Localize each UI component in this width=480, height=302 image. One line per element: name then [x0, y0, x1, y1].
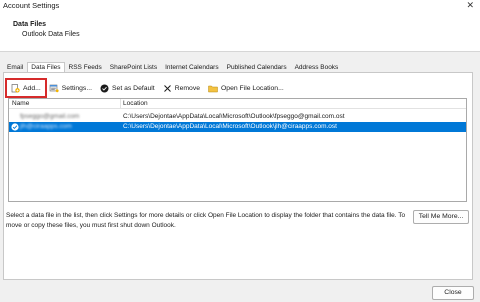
tab-data-files[interactable]: Data Files — [27, 62, 65, 72]
open-file-location-label: Open File Location... — [221, 84, 284, 92]
header-title: Data Files — [13, 21, 47, 28]
settings-label: Settings... — [61, 84, 92, 92]
data-file-location: C:\Users\Dejontae\AppData\Local\Microsof… — [123, 113, 345, 120]
window-title: Account Settings — [3, 1, 60, 10]
settings-icon — [49, 84, 59, 92]
title-bar: Account Settings ✕ — [0, 0, 480, 12]
set-default-label: Set as Default — [112, 84, 155, 92]
check-circle-icon — [100, 84, 109, 92]
remove-label: Remove — [174, 84, 201, 92]
list-item-selected[interactable]: jlh@ciraapps.com C:\Users\Dejontae\AppDa… — [9, 122, 466, 132]
tab-published-calendars[interactable]: Published Calendars — [223, 62, 291, 72]
settings-button[interactable]: Settings... — [46, 81, 95, 95]
close-button[interactable]: Close — [432, 286, 474, 300]
dialog-header: Data Files Outlook Data Files — [0, 12, 480, 52]
help-text: Select a data file in the list, then cli… — [6, 212, 406, 229]
tab-sharepoint-lists[interactable]: SharePoint Lists — [106, 62, 161, 72]
tab-strip: Email Data Files RSS Feeds SharePoint Li… — [3, 62, 342, 72]
data-file-location: C:\Users\Dejontae\AppData\Local\Microsof… — [123, 123, 337, 130]
data-file-name: jlh@ciraapps.com — [20, 123, 72, 130]
set-default-button[interactable]: Set as Default — [97, 81, 158, 95]
data-files-list[interactable]: Name Location fpseggo@gmail.com C:\Users… — [8, 98, 467, 202]
toolbar: Add... Settings... Set as Default Remove… — [5, 78, 289, 98]
column-location-header[interactable]: Location — [123, 100, 148, 107]
open-file-location-button[interactable]: Open File Location... — [205, 81, 287, 95]
tab-address-books[interactable]: Address Books — [291, 62, 343, 72]
add-label: Add... — [23, 84, 41, 92]
list-item[interactable]: fpseggo@gmail.com C:\Users\Dejontae\AppD… — [9, 112, 466, 122]
tab-internet-calendars[interactable]: Internet Calendars — [161, 62, 222, 72]
column-name-header[interactable]: Name — [12, 100, 29, 107]
column-divider[interactable] — [120, 99, 121, 109]
default-check-icon — [11, 123, 19, 131]
tab-email[interactable]: Email — [3, 62, 27, 72]
add-file-icon — [11, 83, 20, 92]
list-header: Name Location — [9, 99, 466, 109]
header-subtitle: Outlook Data Files — [22, 31, 80, 38]
folder-icon — [208, 85, 218, 92]
remove-button[interactable]: Remove — [160, 81, 203, 95]
tab-rss-feeds[interactable]: RSS Feeds — [65, 62, 106, 72]
remove-x-icon — [163, 84, 171, 92]
data-file-name: fpseggo@gmail.com — [20, 113, 80, 120]
dialog-footer — [0, 280, 480, 302]
tell-me-more-button[interactable]: Tell Me More... — [413, 210, 469, 224]
close-icon[interactable]: ✕ — [466, 0, 474, 11]
add-button[interactable]: Add... — [5, 78, 47, 98]
